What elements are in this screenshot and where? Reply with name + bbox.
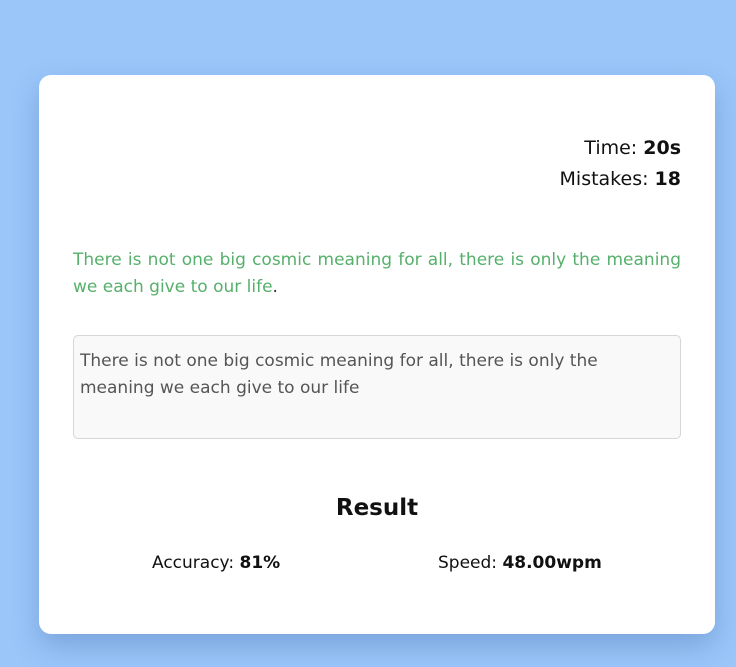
mistakes-value: 18: [654, 168, 681, 190]
quote-text: There is not one big cosmic meaning for …: [73, 247, 681, 301]
speed-metric: Speed: 48.00wpm: [438, 553, 602, 573]
quote-remaining: .: [272, 277, 278, 297]
typing-input[interactable]: [73, 335, 681, 439]
speed-value: 48.00wpm: [502, 553, 602, 573]
mistakes-label: Mistakes:: [559, 168, 649, 190]
accuracy-metric: Accuracy: 81%: [152, 553, 280, 573]
speed-label: Speed:: [438, 553, 498, 573]
time-stat: Time: 20s: [560, 133, 681, 164]
result-title: Result: [335, 495, 419, 521]
accuracy-label: Accuracy:: [152, 553, 235, 573]
stats-panel: Time: 20s Mistakes: 18: [560, 133, 681, 195]
mistakes-stat: Mistakes: 18: [560, 164, 681, 195]
accuracy-value: 81%: [239, 553, 281, 573]
result-row: Accuracy: 81% Speed: 48.00wpm: [39, 553, 715, 577]
time-value: 20s: [643, 137, 681, 159]
time-label: Time:: [584, 137, 638, 159]
quote-typed: There is not one big cosmic meaning for …: [73, 250, 681, 297]
typing-test-card: Time: 20s Mistakes: 18 There is not one …: [39, 75, 715, 634]
